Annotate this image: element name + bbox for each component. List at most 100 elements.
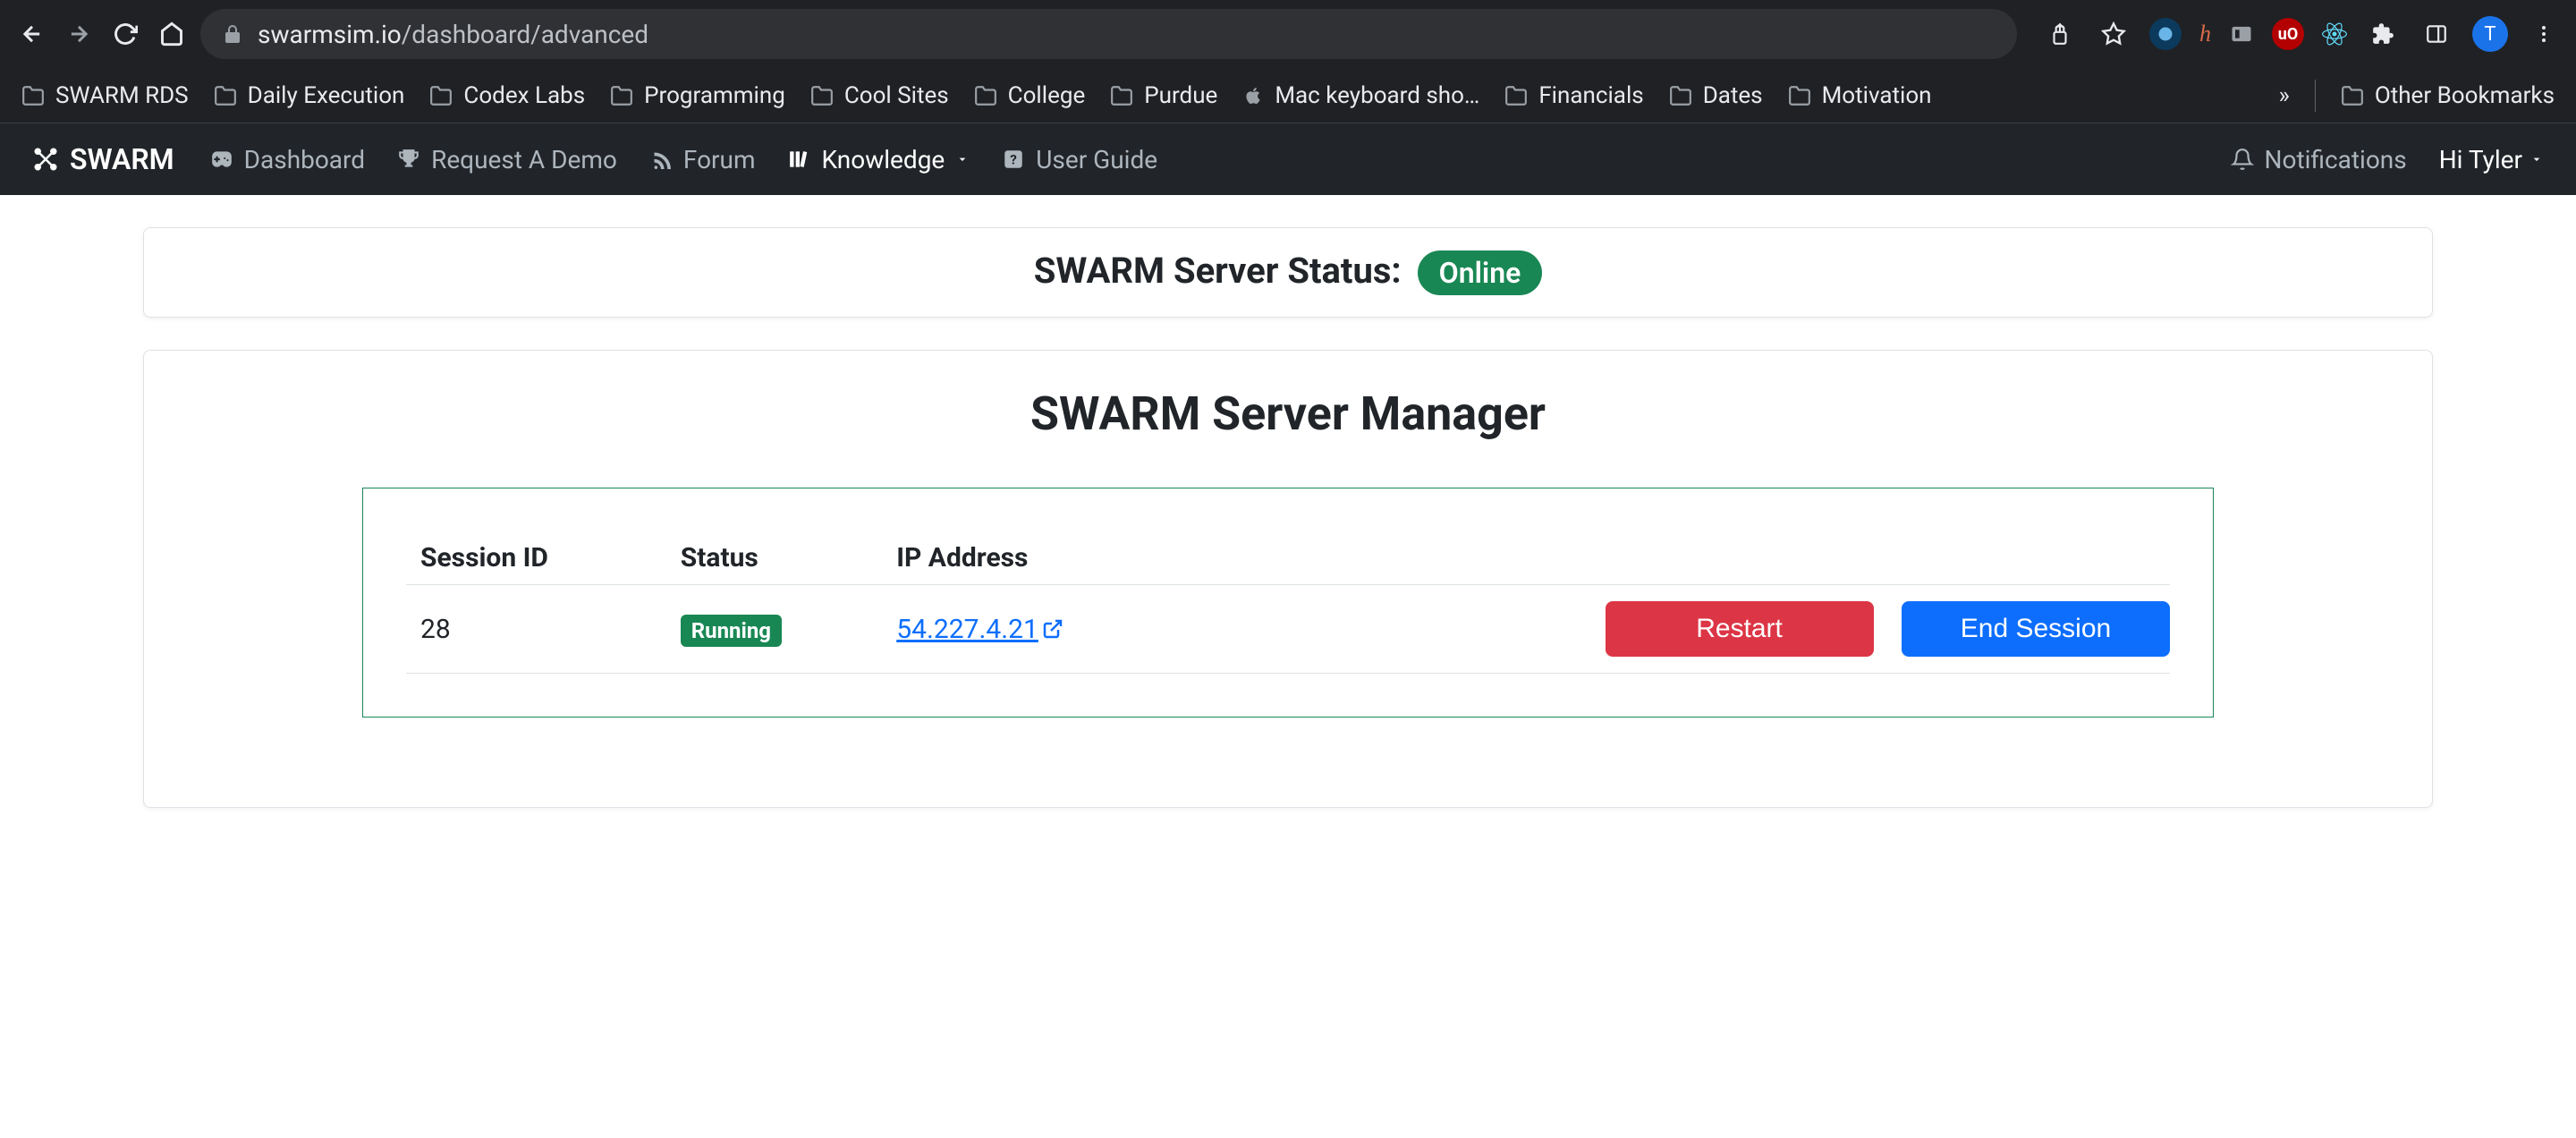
table-row: 28 Running 54.227.4.21 Restart bbox=[406, 585, 2170, 674]
bookmark-label: Programming bbox=[644, 82, 785, 109]
nav-label: Request A Demo bbox=[431, 145, 617, 174]
user-greeting[interactable]: Hi Tyler bbox=[2439, 145, 2544, 174]
star-icon[interactable] bbox=[2096, 16, 2131, 52]
bookmark-label: Other Bookmarks bbox=[2375, 82, 2555, 109]
other-bookmarks[interactable]: Other Bookmarks bbox=[2341, 82, 2555, 109]
bell-icon bbox=[2231, 148, 2254, 171]
bookmark-label: Dates bbox=[1703, 82, 1763, 109]
extensions-icon[interactable] bbox=[2365, 16, 2401, 52]
bookmark-cool-sites[interactable]: Cool Sites bbox=[810, 82, 949, 109]
bookmark-purdue[interactable]: Purdue bbox=[1110, 82, 1217, 109]
folder-icon bbox=[2341, 84, 2364, 107]
col-actions bbox=[1208, 531, 2170, 585]
page-content: SWARM Server Status: Online SWARM Server… bbox=[0, 195, 2576, 872]
react-devtools-icon[interactable] bbox=[2322, 21, 2347, 47]
share-icon[interactable] bbox=[2042, 16, 2078, 52]
svg-text:?: ? bbox=[1010, 151, 1017, 167]
brand-text: SWARM bbox=[70, 142, 174, 176]
question-icon: ? bbox=[1002, 148, 1025, 171]
extension-icon-3[interactable] bbox=[2229, 21, 2254, 47]
sessions-table-wrap: Session ID Status IP Address 28 Running bbox=[362, 488, 2214, 718]
chevron-down-icon bbox=[2529, 152, 2544, 166]
browser-toolbar: swarmsim.io/dashboard/advanced h uO T bbox=[0, 0, 2576, 68]
bookmark-financials[interactable]: Financials bbox=[1504, 82, 1643, 109]
trophy-icon bbox=[397, 148, 420, 171]
nav-user-guide[interactable]: ? User Guide bbox=[1002, 145, 1157, 174]
extension-icon-1[interactable] bbox=[2149, 18, 2182, 50]
bookmark-label: SWARM RDS bbox=[55, 82, 189, 109]
cell-actions: Restart End Session bbox=[1208, 585, 2170, 674]
nav-label: Dashboard bbox=[244, 145, 365, 174]
folder-icon bbox=[429, 84, 453, 107]
app-nav: SWARM Dashboard Request A Demo Forum Kno… bbox=[0, 123, 2576, 195]
ip-link[interactable]: 54.227.4.21 bbox=[896, 614, 1063, 645]
bookmark-daily-execution[interactable]: Daily Execution bbox=[214, 82, 405, 109]
bookmark-college[interactable]: College bbox=[974, 82, 1086, 109]
chrome-menu-icon[interactable] bbox=[2526, 16, 2562, 52]
folder-icon bbox=[1669, 84, 1692, 107]
ublock-icon[interactable]: uO bbox=[2272, 18, 2304, 50]
col-ip: IP Address bbox=[882, 531, 1207, 585]
folder-icon bbox=[1504, 84, 1528, 107]
col-session-id: Session ID bbox=[406, 531, 666, 585]
forward-button[interactable] bbox=[61, 16, 97, 52]
lock-icon bbox=[222, 23, 243, 45]
apple-icon bbox=[1242, 85, 1264, 106]
nav-dashboard[interactable]: Dashboard bbox=[210, 145, 365, 174]
bookmark-swarm-rds[interactable]: SWARM RDS bbox=[21, 82, 189, 109]
books-icon bbox=[788, 148, 811, 171]
bookmark-label: Mac keyboard sho… bbox=[1275, 82, 1479, 109]
profile-avatar[interactable]: T bbox=[2472, 16, 2508, 52]
external-link-icon bbox=[1042, 618, 1063, 640]
folder-icon bbox=[610, 84, 633, 107]
bookmark-codex-labs[interactable]: Codex Labs bbox=[429, 82, 585, 109]
url-bar[interactable]: swarmsim.io/dashboard/advanced bbox=[200, 9, 2017, 59]
nav-label: Knowledge bbox=[822, 145, 945, 174]
nav-forum[interactable]: Forum bbox=[649, 145, 756, 174]
nav-notifications[interactable]: Notifications bbox=[2231, 145, 2407, 174]
extension-icon-2[interactable]: h bbox=[2199, 21, 2211, 47]
cell-session-id: 28 bbox=[406, 585, 666, 674]
bookmark-dates[interactable]: Dates bbox=[1669, 82, 1763, 109]
bookmark-motivation[interactable]: Motivation bbox=[1788, 82, 1932, 109]
panel-icon[interactable] bbox=[2419, 16, 2454, 52]
running-badge: Running bbox=[681, 615, 782, 647]
bookmark-label: College bbox=[1008, 82, 1086, 109]
nav-label: Notifications bbox=[2265, 145, 2407, 174]
divider bbox=[2315, 80, 2316, 112]
toolbar-right-icons: h uO T bbox=[2042, 16, 2562, 52]
home-button[interactable] bbox=[154, 16, 190, 52]
ip-text: 54.227.4.21 bbox=[896, 614, 1038, 645]
manager-card: SWARM Server Manager Session ID Status I… bbox=[143, 350, 2433, 808]
chevron-down-icon bbox=[955, 152, 970, 166]
folder-icon bbox=[1788, 84, 1811, 107]
end-session-button[interactable]: End Session bbox=[1902, 601, 2170, 657]
bookmarks-bar: SWARM RDS Daily Execution Codex Labs Pro… bbox=[0, 68, 2576, 123]
bookmark-mac-keyboard[interactable]: Mac keyboard sho… bbox=[1242, 82, 1479, 109]
bookmarks-overflow[interactable]: » bbox=[2279, 82, 2290, 109]
manager-title: SWARM Server Manager bbox=[165, 386, 2411, 441]
drone-icon bbox=[32, 146, 59, 173]
brand[interactable]: SWARM bbox=[32, 142, 174, 176]
back-button[interactable] bbox=[14, 16, 50, 52]
bookmark-label: Motivation bbox=[1822, 82, 1932, 109]
cell-status: Running bbox=[666, 585, 882, 674]
bookmark-label: Codex Labs bbox=[463, 82, 585, 109]
status-card: SWARM Server Status: Online bbox=[143, 227, 2433, 318]
nav-request-demo[interactable]: Request A Demo bbox=[397, 145, 617, 174]
status-label: SWARM Server Status: bbox=[1034, 250, 1402, 292]
reload-button[interactable] bbox=[107, 16, 143, 52]
restart-button[interactable]: Restart bbox=[1606, 601, 1874, 657]
greeting-text: Hi Tyler bbox=[2439, 145, 2522, 174]
folder-icon bbox=[21, 84, 45, 107]
status-badge: Online bbox=[1418, 251, 1543, 295]
folder-icon bbox=[810, 84, 834, 107]
bookmark-label: Financials bbox=[1538, 82, 1643, 109]
gamepad-icon bbox=[210, 148, 233, 171]
nav-knowledge[interactable]: Knowledge bbox=[788, 145, 970, 174]
folder-icon bbox=[214, 84, 237, 107]
bookmark-label: Cool Sites bbox=[844, 82, 949, 109]
bookmark-programming[interactable]: Programming bbox=[610, 82, 785, 109]
nav-label: Forum bbox=[683, 145, 756, 174]
col-status: Status bbox=[666, 531, 882, 585]
